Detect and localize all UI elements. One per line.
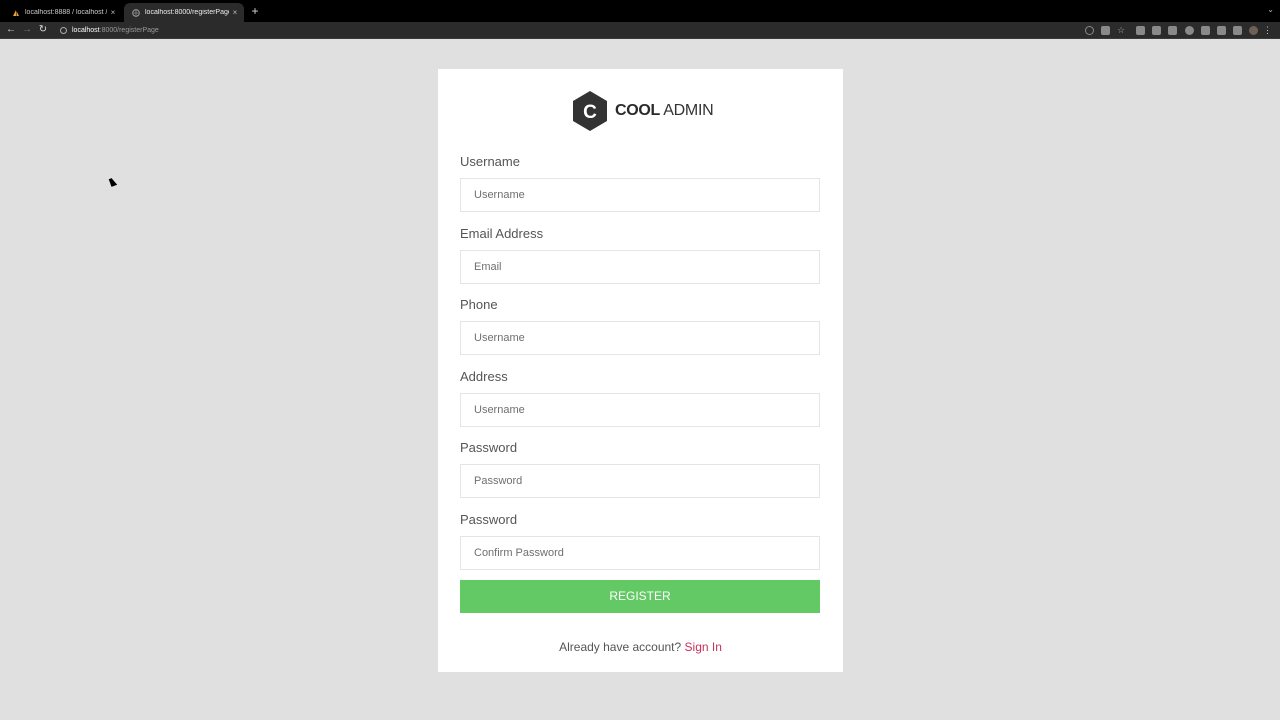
back-arrow-icon[interactable]: ← [5, 24, 17, 36]
puzzle-icon[interactable] [1217, 26, 1226, 35]
confirm-password-group: Password [460, 512, 820, 584]
close-icon[interactable]: × [229, 8, 241, 17]
reload-icon[interactable]: ↻ [37, 24, 49, 36]
mouse-cursor [108, 177, 118, 187]
forward-arrow-icon[interactable]: → [21, 24, 33, 36]
extension-icon[interactable] [1185, 26, 1194, 35]
info-icon[interactable] [60, 27, 67, 34]
close-icon[interactable]: × [107, 8, 119, 17]
browser-tab-phpmyadmin[interactable]: localhost:8888 / localhost / p... × [4, 3, 122, 22]
email-group: Email Address [460, 226, 820, 298]
svg-text:C: C [583, 102, 597, 123]
field-label: Password [460, 511, 518, 527]
sailboat-icon [12, 9, 20, 17]
browser-tab-register[interactable]: localhost:8000/registerPage × [124, 3, 244, 22]
username-field[interactable] [460, 178, 820, 212]
tab-title: localhost:8000/registerPage [145, 9, 229, 16]
sign-in-link[interactable]: Sign In [685, 640, 722, 654]
email-field[interactable] [460, 249, 820, 284]
field-label: Password [460, 440, 518, 455]
address-bar[interactable]: localhost:8000/registerPage [54, 24, 1229, 37]
tab-title: localhost:8888 / localhost / p... [25, 9, 107, 16]
address-field[interactable] [460, 392, 820, 427]
chevron-down-icon[interactable]: ⌄ [1267, 5, 1274, 14]
field-label: Username [460, 154, 520, 169]
password-field[interactable] [460, 464, 820, 498]
username-group: Username [460, 154, 820, 226]
shield-icon[interactable] [1136, 26, 1145, 35]
url-text: localhost:8000/registerPage [72, 27, 159, 34]
register-button[interactable]: REGISTER [460, 580, 820, 613]
more-menu-icon[interactable]: ⋮ [1263, 25, 1272, 35]
register-card: C COOL ADMIN Username Email Address Phon… [438, 69, 843, 672]
register-form: Username Email Address Phone Address Pas… [460, 154, 820, 583]
star-icon[interactable]: ☆ [1117, 26, 1126, 35]
confirm-password-field[interactable] [460, 535, 820, 570]
globe-icon [132, 8, 140, 17]
hexagon-logo-icon: C [573, 91, 607, 131]
extension-icon[interactable] [1152, 26, 1161, 35]
address-group: Address [460, 369, 820, 441]
share-icon[interactable] [1101, 26, 1110, 35]
field-label: Phone [460, 297, 498, 312]
sidebar-icon[interactable] [1233, 26, 1242, 35]
password-group: Password [460, 440, 820, 512]
phone-field[interactable] [460, 321, 820, 355]
zoom-icon[interactable] [1085, 26, 1094, 35]
phone-group: Phone [460, 297, 820, 369]
new-tab-button[interactable]: + [249, 4, 261, 18]
footer-text: Already have account? [559, 640, 685, 654]
vue-devtools-icon[interactable] [1168, 26, 1177, 35]
brand-name: COOL ADMIN [615, 102, 714, 119]
browser-toolbar: ← → ↻ localhost:8000/registerPage ☆ ⋮ [0, 22, 1280, 39]
brand-logo[interactable]: C COOL ADMIN [572, 91, 714, 131]
field-label: Address [460, 368, 508, 384]
browser-tab-bar: localhost:8888 / localhost / p... × loca… [0, 0, 1280, 22]
avatar[interactable] [1249, 26, 1258, 35]
extension-icon[interactable] [1201, 26, 1210, 35]
field-label: Email Address [460, 225, 544, 241]
signin-prompt: Already have account? Sign In [438, 640, 843, 654]
